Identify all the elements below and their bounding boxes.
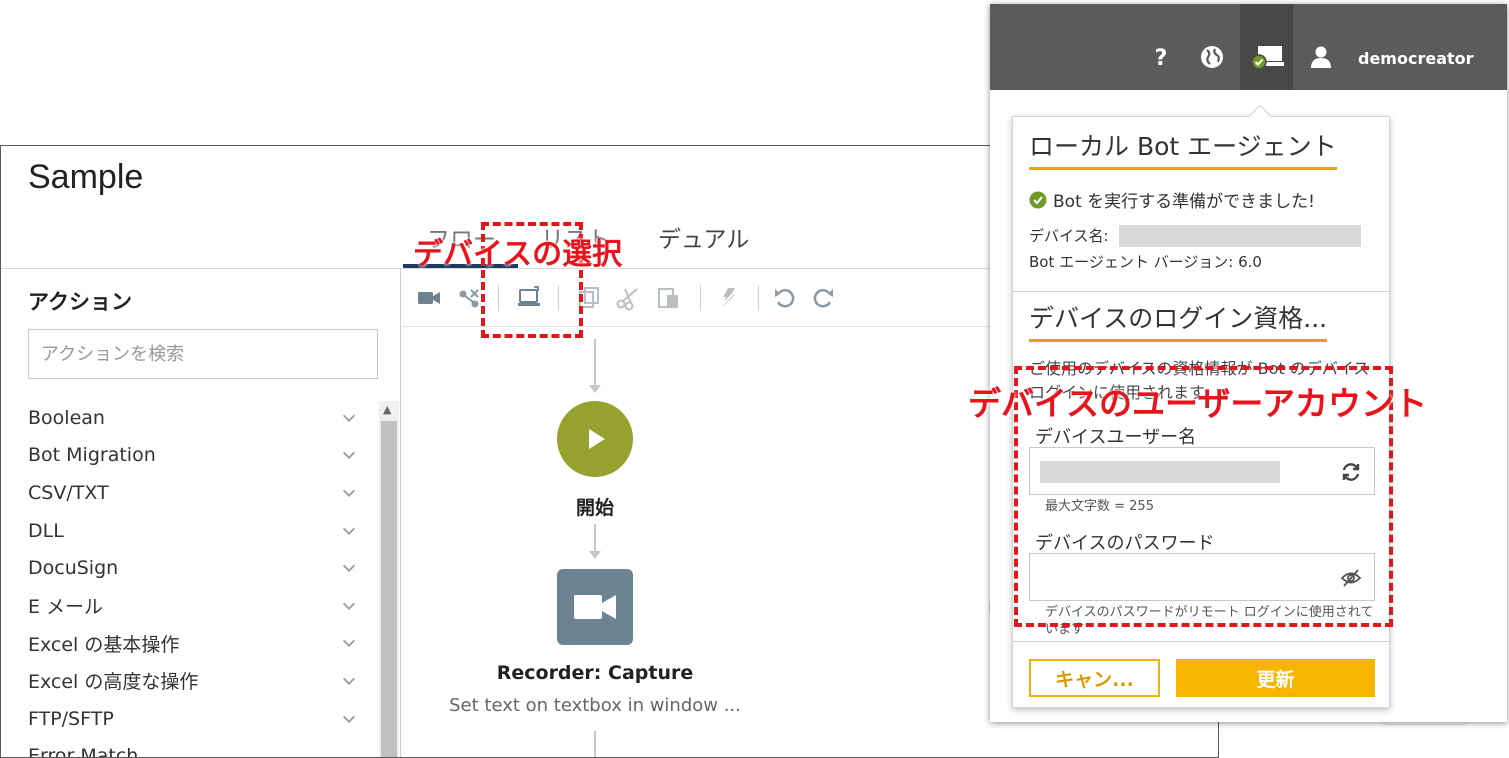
page-title: Sample bbox=[28, 158, 144, 196]
flow-connector bbox=[594, 524, 596, 552]
actions-title: アクション bbox=[28, 290, 132, 314]
ready-status: Bot を実行する準備ができました! bbox=[1029, 187, 1315, 212]
agent-version: Bot エージェント バージョン: 6.0 bbox=[1029, 253, 1262, 271]
section-divider bbox=[1013, 641, 1391, 642]
action-item-ftp-sftp[interactable]: FTP/SFTP bbox=[28, 700, 358, 738]
action-item-label: Bot Migration bbox=[28, 444, 156, 467]
recorder-node-description: Set text on textbox in window ... bbox=[449, 695, 741, 716]
chevron-down-icon bbox=[342, 527, 356, 535]
action-item-error-match[interactable]: Error Match bbox=[28, 737, 358, 758]
start-node-label: 開始 bbox=[575, 497, 614, 519]
disable-icon[interactable] bbox=[714, 283, 744, 313]
start-node[interactable] bbox=[557, 401, 633, 477]
recorder-icon bbox=[574, 595, 616, 619]
top-nav-bar: ? democreator bbox=[990, 4, 1507, 90]
action-item-label: Excel の高度な操作 bbox=[28, 671, 199, 694]
action-item-label: DocuSign bbox=[28, 557, 119, 580]
play-icon bbox=[589, 429, 605, 449]
action-item-csv-txt[interactable]: CSV/TXT bbox=[28, 474, 358, 512]
username[interactable]: democreator bbox=[1358, 49, 1474, 68]
update-button[interactable]: 更新 bbox=[1176, 659, 1375, 697]
actions-scrollbar[interactable]: ▲ bbox=[379, 401, 399, 757]
flow-arrowhead bbox=[589, 551, 601, 559]
recorder-node-label: Recorder: Capture bbox=[496, 662, 694, 684]
action-list: Boolean Bot Migration CSV/TXT DLL DocuSi… bbox=[28, 399, 358, 758]
action-item-email[interactable]: E メール bbox=[28, 587, 358, 625]
device-name-redacted bbox=[1119, 225, 1361, 247]
toolbar-separator bbox=[758, 285, 759, 311]
action-item-docusign[interactable]: DocuSign bbox=[28, 549, 358, 587]
action-item-label: FTP/SFTP bbox=[28, 707, 114, 730]
flow-arrowhead bbox=[589, 385, 601, 393]
action-item-excel-basic[interactable]: Excel の基本操作 bbox=[28, 625, 358, 663]
scroll-up-icon[interactable]: ▲ bbox=[383, 403, 391, 416]
cancel-button[interactable]: キャン... bbox=[1029, 659, 1160, 697]
svg-text:?: ? bbox=[1155, 46, 1168, 69]
action-item-bot-migration[interactable]: Bot Migration bbox=[28, 437, 358, 475]
ready-message: Bot を実行する準備ができました! bbox=[1053, 192, 1315, 212]
globe-icon[interactable] bbox=[1197, 42, 1227, 72]
undo-icon[interactable] bbox=[770, 283, 800, 313]
chevron-down-icon bbox=[342, 602, 356, 610]
connect-icon[interactable] bbox=[454, 283, 484, 313]
action-item-excel-advanced[interactable]: Excel の高度な操作 bbox=[28, 662, 358, 700]
redo-icon[interactable] bbox=[808, 283, 838, 313]
login-section-title: デバイスのログイン資格... bbox=[1029, 299, 1328, 342]
chevron-down-icon bbox=[342, 489, 356, 497]
scroll-thumb[interactable] bbox=[381, 421, 397, 757]
action-item-label: E メール bbox=[28, 596, 104, 619]
chevron-down-icon bbox=[342, 715, 356, 723]
chevron-down-icon bbox=[342, 452, 356, 460]
action-item-label: DLL bbox=[28, 519, 64, 542]
device-select-annotation: デバイスの選択 bbox=[413, 237, 623, 272]
paste-icon[interactable] bbox=[654, 283, 684, 313]
action-item-label: CSV/TXT bbox=[28, 481, 109, 504]
chevron-down-icon bbox=[342, 640, 356, 648]
record-icon[interactable] bbox=[414, 283, 444, 313]
action-item-dll[interactable]: DLL bbox=[28, 512, 358, 550]
action-search-input[interactable] bbox=[28, 329, 378, 379]
user-account-annotation: デバイスのユーザーアカウント bbox=[968, 384, 1428, 423]
action-item-label: Error Match bbox=[28, 745, 139, 758]
chevron-down-icon bbox=[342, 564, 356, 573]
tab-dual[interactable]: デュアル bbox=[658, 220, 749, 254]
flow-connector bbox=[594, 339, 596, 387]
action-item-label: Boolean bbox=[28, 406, 105, 429]
recorder-capture-node[interactable] bbox=[557, 569, 633, 645]
section-divider bbox=[1013, 291, 1391, 292]
bot-agent-icon[interactable] bbox=[1250, 42, 1286, 72]
flow-connector bbox=[594, 731, 596, 757]
help-icon[interactable]: ? bbox=[1146, 42, 1176, 72]
action-item-boolean[interactable]: Boolean bbox=[28, 399, 358, 437]
toolbar-separator bbox=[700, 285, 701, 311]
actions-panel: アクション Boolean Bot Migration CSV/TXT DLL … bbox=[1, 269, 401, 758]
chevron-down-icon bbox=[342, 414, 356, 422]
chevron-down-icon bbox=[342, 677, 356, 685]
cut-icon[interactable] bbox=[613, 283, 643, 313]
action-item-label: Excel の基本操作 bbox=[28, 633, 180, 656]
check-circle-icon bbox=[1029, 191, 1047, 208]
device-name-label: デバイス名: bbox=[1029, 227, 1109, 245]
user-icon[interactable] bbox=[1306, 42, 1336, 72]
agent-panel-title: ローカル Bot エージェント bbox=[1029, 127, 1337, 170]
